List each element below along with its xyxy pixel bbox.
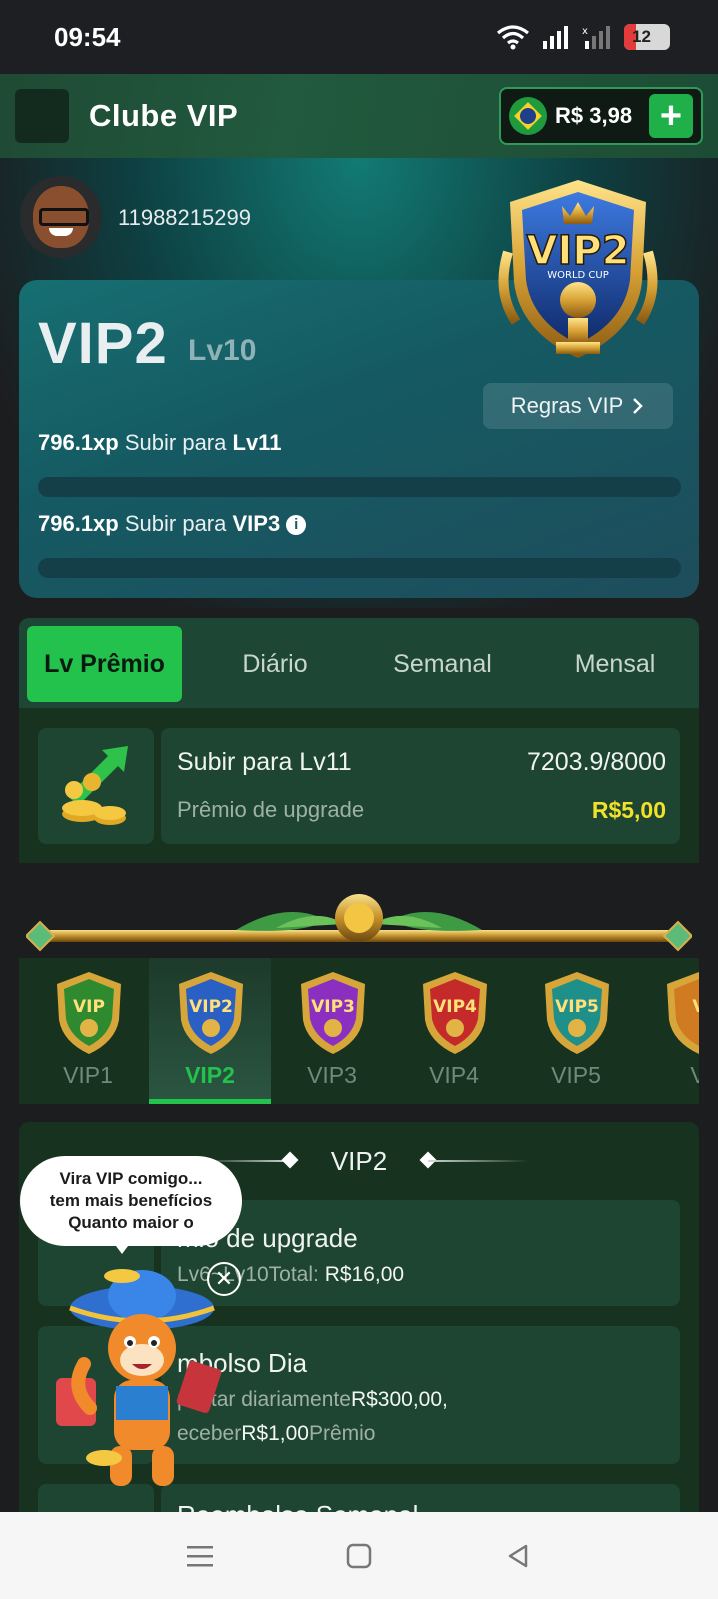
brazil-flag-icon: [509, 97, 547, 135]
system-nav-bar: [0, 1512, 718, 1599]
status-time: 09:54: [54, 21, 121, 52]
home-icon[interactable]: [339, 1536, 379, 1576]
battery-icon: 12: [624, 24, 670, 50]
menu-icon[interactable]: [180, 1536, 220, 1576]
benefit-title: Reembolso Semanal: [177, 1500, 418, 1512]
svg-text:WORLD CUP: WORLD CUP: [547, 270, 609, 281]
tab-diario[interactable]: Diário: [200, 626, 350, 702]
level-vip2[interactable]: VIP2 VIP2: [149, 958, 271, 1104]
vip3-badge-icon: VIP3: [301, 972, 365, 1054]
level-vip3[interactable]: VIP3 VIP3: [271, 958, 393, 1104]
vip-rules-label: Regras VIP: [510, 393, 624, 418]
vip-progress-bar: [38, 558, 681, 578]
ornament-banner-icon: [26, 894, 692, 952]
vip5-badge-icon: VIP5: [545, 972, 609, 1054]
avatar[interactable]: [20, 176, 102, 258]
reward-title: Subir para Lv11: [177, 748, 352, 776]
reward-subtitle: Prêmio de upgrade: [177, 797, 365, 822]
tab-lv-premio[interactable]: Lv Prêmio: [27, 626, 182, 702]
add-funds-button[interactable]: +: [649, 94, 693, 138]
status-icons: x 12: [496, 24, 670, 50]
close-icon[interactable]: ✕: [207, 1262, 241, 1296]
balance-amount: R$ 3,98: [555, 103, 633, 128]
level-label: V: [690, 1062, 699, 1088]
level-reward-card: [161, 728, 680, 844]
xp-to-next-level: 796.1xp Subir para Lv11: [38, 430, 282, 455]
page-title: Clube VIP: [89, 98, 239, 133]
tiger-mascot-icon[interactable]: [50, 1268, 230, 1494]
svg-text:VIP4: VIP4: [433, 997, 477, 1017]
coins-upgrade-icon: [62, 746, 128, 825]
vip2-badge-icon: VIP2 WORLD CUP: [498, 180, 658, 358]
promo-speech-bubble[interactable]: Vira VIP comigo... tem mais benefícios Q…: [20, 1156, 242, 1246]
level-label: VIP3: [307, 1062, 357, 1088]
vip-levels-strip: VIP VIP1 VIP2 VIP2 VIP3 VIP3 VIP4 VIP4 V…: [19, 958, 699, 1104]
svg-text:VIP3: VIP3: [311, 997, 355, 1017]
app-header: Clube VIP R$ 3,98 +: [0, 74, 718, 158]
svg-text:VIP: VIP: [73, 997, 105, 1017]
svg-text:VIP5: VIP5: [555, 997, 599, 1017]
reward-value: R$5,00: [591, 797, 666, 823]
svg-text:VIP2: VIP2: [527, 228, 630, 274]
xp-to-next-vip: 796.1xp Subir para VIP3 i: [38, 511, 307, 537]
wifi-icon: [497, 25, 529, 50]
level-progress-bar: [38, 477, 681, 497]
reward-progress: 7203.9/8000: [526, 748, 666, 776]
vip-sub-level: Lv10: [188, 334, 257, 367]
level-label: VIP1: [63, 1062, 113, 1088]
level-label: VIP4: [429, 1062, 479, 1088]
reward-icon-box: [38, 728, 154, 844]
level-label: VIP2: [185, 1062, 235, 1088]
level-vip4[interactable]: VIP4 VIP4: [393, 958, 515, 1104]
chevron-right-icon: [633, 398, 644, 414]
level-vip1[interactable]: VIP VIP1: [27, 958, 149, 1104]
tab-semanal[interactable]: Semanal: [365, 626, 520, 702]
vip1-badge-icon: VIP: [57, 972, 121, 1054]
vip6-badge-icon: V: [667, 972, 699, 1054]
info-icon[interactable]: i: [286, 515, 307, 535]
vip-level: VIP2: [38, 311, 168, 376]
vip4-badge-icon: VIP4: [423, 972, 487, 1054]
level-label: VIP5: [551, 1062, 601, 1088]
divider: [428, 1160, 528, 1162]
svg-text:V: V: [692, 997, 699, 1017]
svg-text:x: x: [582, 26, 588, 37]
vip2-badge-icon: VIP2: [179, 972, 243, 1054]
svg-text:VIP2: VIP2: [189, 997, 233, 1017]
vip-rules-button[interactable]: Regras VIP: [483, 383, 673, 429]
status-bar: 09:54 x 12: [0, 0, 718, 74]
signal-weak-icon: x: [582, 26, 610, 49]
level-vip6[interactable]: V V: [637, 958, 699, 1104]
balance-box[interactable]: R$ 3,98 +: [499, 87, 703, 145]
signal-icon: [543, 26, 568, 49]
tab-mensal[interactable]: Mensal: [535, 626, 695, 702]
bubble-tail: [110, 1238, 134, 1254]
level-vip5[interactable]: VIP5 VIP5: [515, 958, 637, 1104]
user-id: 11988215299: [118, 205, 251, 230]
back-icon[interactable]: [498, 1536, 538, 1576]
app-logo[interactable]: [15, 89, 69, 143]
battery-level: 12: [632, 27, 651, 46]
